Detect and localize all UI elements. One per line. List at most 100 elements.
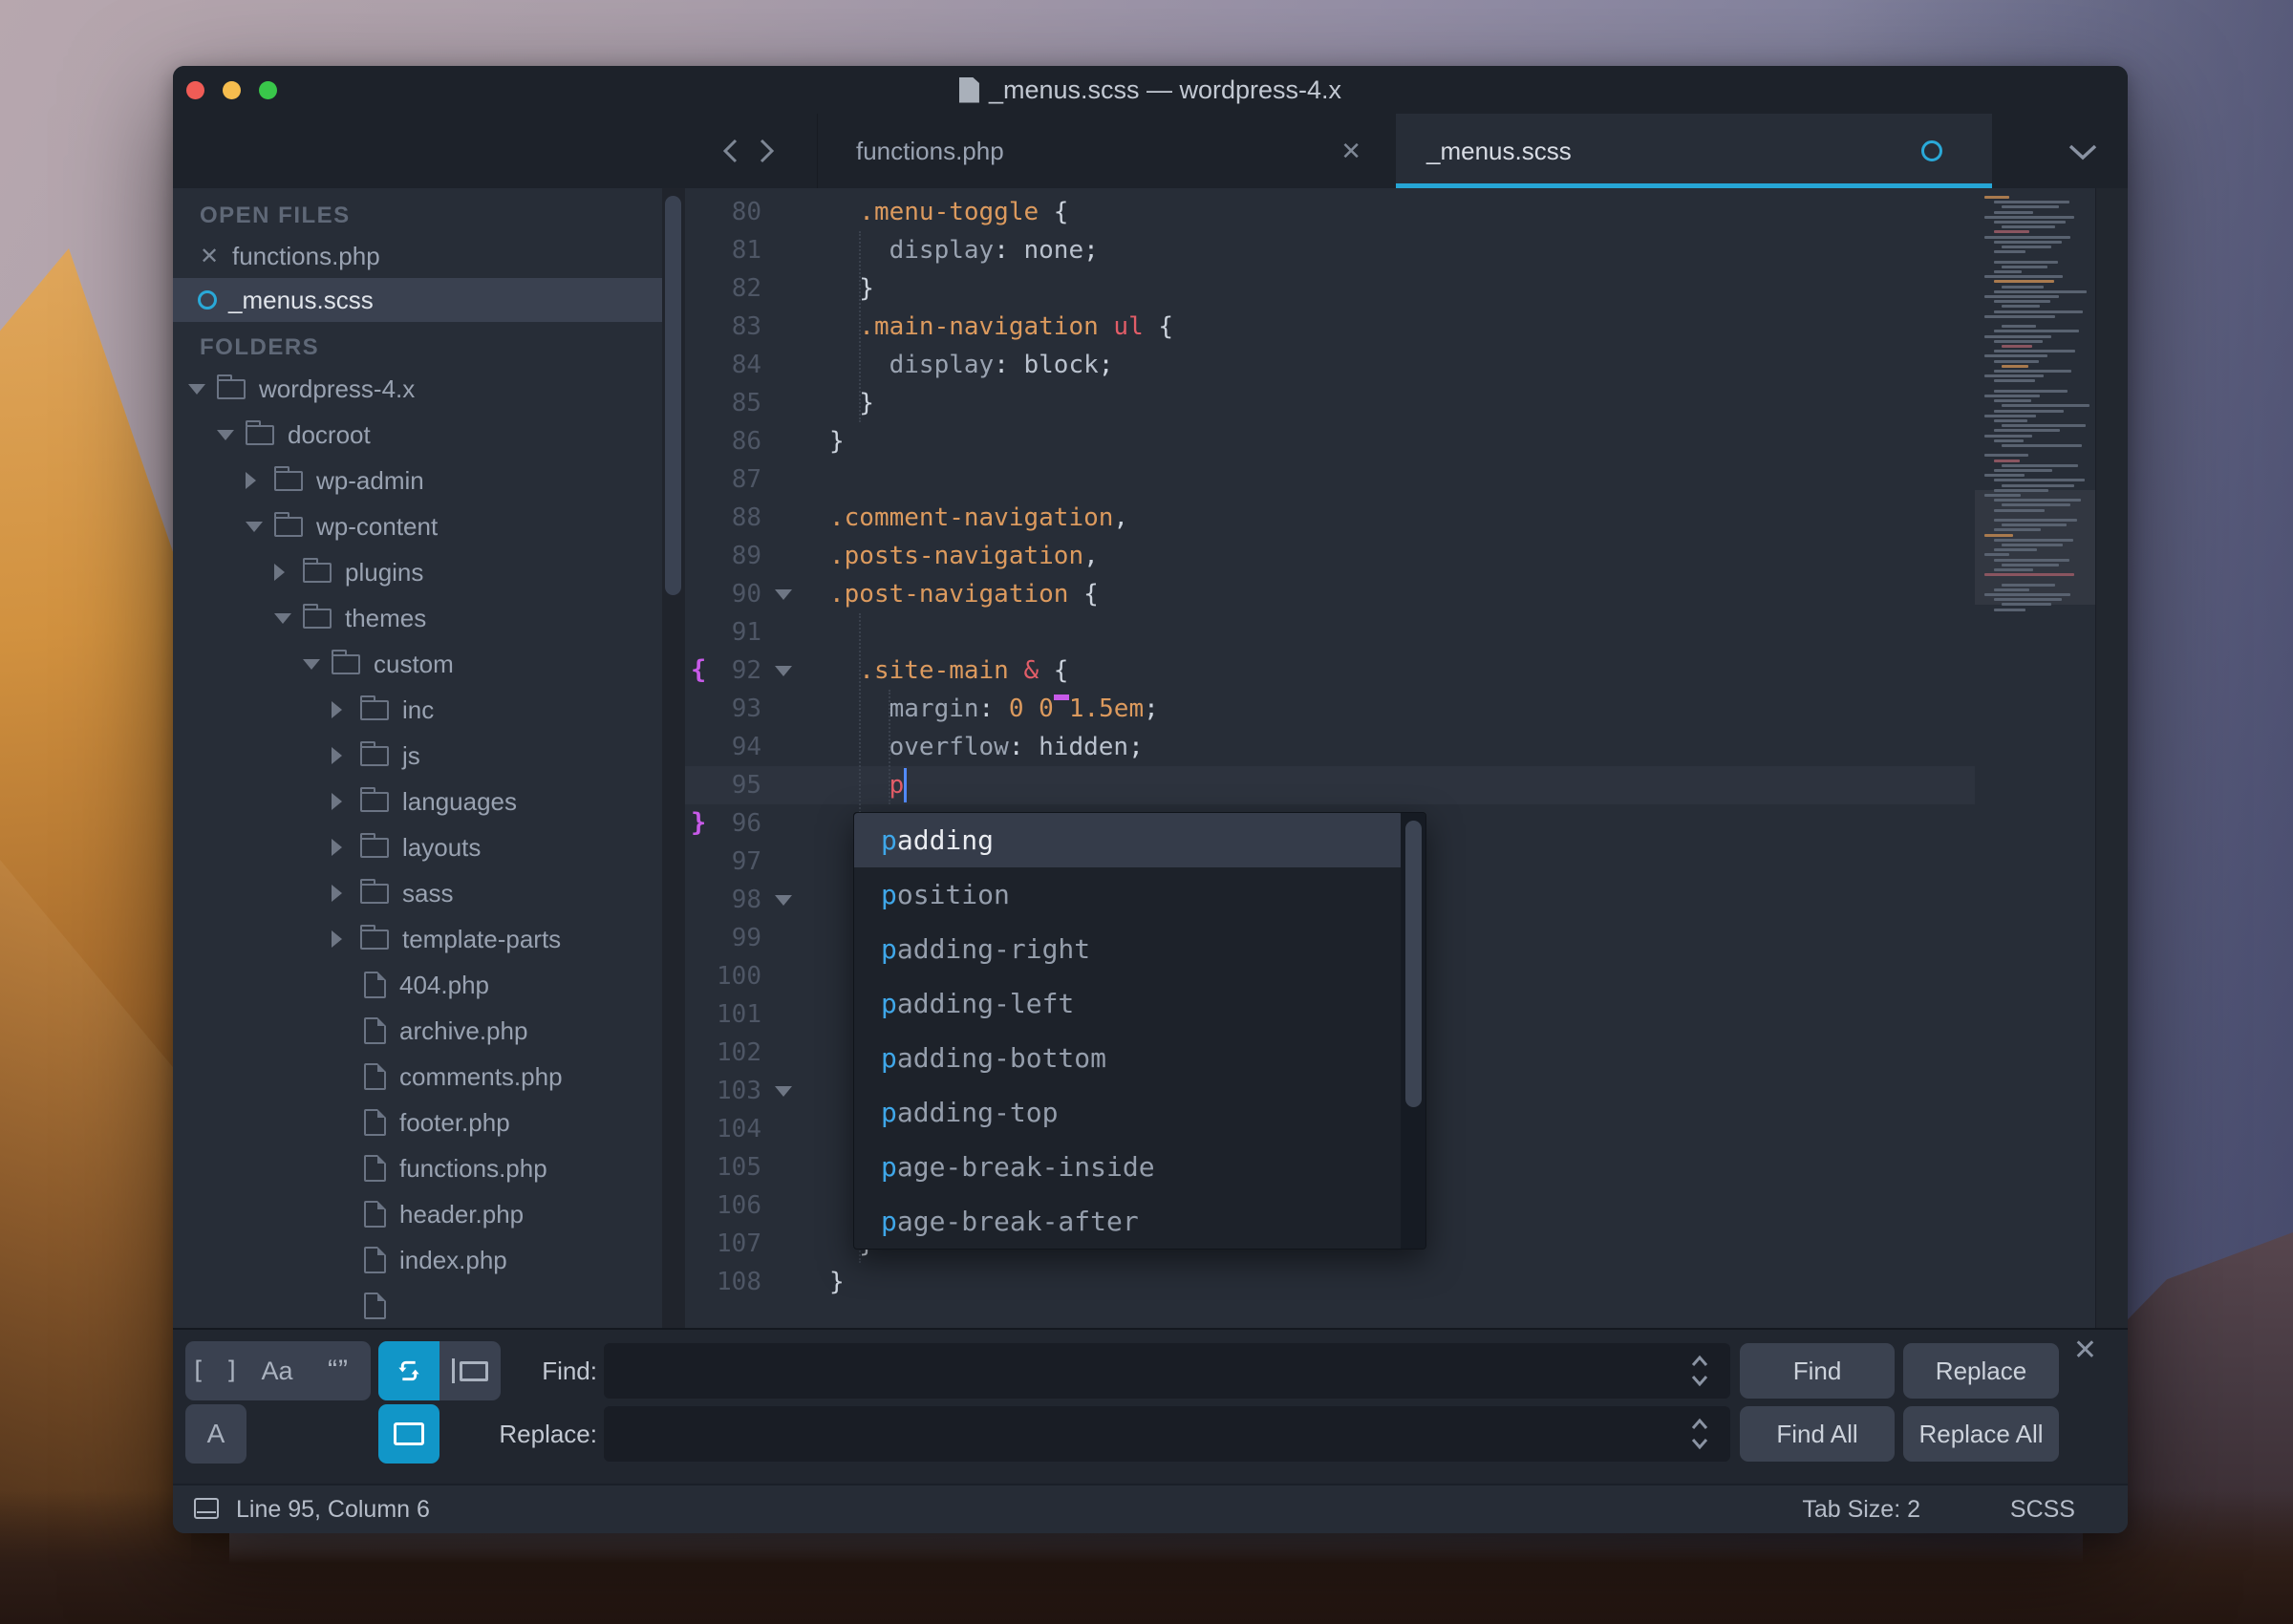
code-line[interactable]: 93 margin: 0 0 1.5em; <box>685 690 1975 728</box>
chevron-right-icon[interactable] <box>246 472 274 489</box>
tree-folder-item[interactable]: themes <box>173 595 662 641</box>
tree-file-item[interactable]: 404.php <box>173 962 662 1008</box>
tree-file-item[interactable]: comments.php <box>173 1054 662 1100</box>
tree-folder-item[interactable]: inc <box>173 687 662 733</box>
autocomplete-item[interactable]: padding <box>854 813 1403 867</box>
open-file-menus-scss[interactable]: _menus.scss <box>173 278 662 322</box>
code-line[interactable]: 81 display: none; <box>685 231 1975 269</box>
find-all-button[interactable]: Find All <box>1740 1406 1895 1462</box>
sidebar-scrollbar-thumb[interactable] <box>665 196 681 595</box>
autocomplete-item[interactable]: padding-right <box>854 922 1403 976</box>
code-line[interactable]: 86} <box>685 422 1975 460</box>
tree-file-item[interactable] <box>173 1283 662 1328</box>
chevron-down-icon[interactable] <box>2067 142 2099 161</box>
fold-arrow-icon[interactable] <box>775 666 792 676</box>
chevron-right-icon[interactable] <box>332 885 360 902</box>
tree-file-item[interactable]: footer.php <box>173 1100 662 1145</box>
tree-folder-item[interactable]: layouts <box>173 824 662 870</box>
tree-file-item[interactable]: archive.php <box>173 1008 662 1054</box>
tree-folder-item[interactable]: custom <box>173 641 662 687</box>
code-editor[interactable]: 80 .menu-toggle {81 display: none; 82 } 83… <box>685 188 2128 1328</box>
chevron-right-icon[interactable] <box>332 839 360 856</box>
replace-button[interactable]: Replace <box>1903 1343 2059 1399</box>
tree-folder-item[interactable]: template-parts <box>173 916 662 962</box>
preserve-case-toggle-button[interactable]: A <box>185 1404 246 1464</box>
autocomplete-item[interactable]: page-break-inside <box>854 1140 1403 1194</box>
tree-file-item[interactable]: header.php <box>173 1191 662 1237</box>
forward-icon[interactable] <box>754 135 779 167</box>
autocomplete-item[interactable]: position <box>854 867 1403 922</box>
tree-folder-item[interactable]: wordpress-4.x <box>173 366 662 412</box>
tree-folder-item[interactable]: languages <box>173 779 662 824</box>
tab-size-status[interactable]: Tab Size: 2 <box>1802 1485 1920 1533</box>
code-line[interactable]: 91 <box>685 613 1975 652</box>
autocomplete-item[interactable]: page-break-after <box>854 1194 1403 1249</box>
code-line[interactable]: 84 display: block; <box>685 346 1975 384</box>
minimap[interactable] <box>1975 188 2095 1328</box>
match-case-toggle-button[interactable]: Aa <box>246 1341 308 1400</box>
autocomplete-item[interactable]: padding-left <box>854 976 1403 1031</box>
code-line[interactable]: 80 .menu-toggle { <box>685 193 1975 231</box>
chevron-down-icon[interactable] <box>188 384 217 395</box>
code-line[interactable]: 95 p <box>685 766 1975 804</box>
tree-folder-item[interactable]: docroot <box>173 412 662 458</box>
minimap-viewport[interactable] <box>1975 490 2095 605</box>
find-history-stepper-icon[interactable] <box>1681 1343 1719 1399</box>
tree-file-item[interactable]: index.php <box>173 1237 662 1283</box>
close-file-icon[interactable]: ✕ <box>200 243 232 270</box>
tree-folder-item[interactable]: wp-admin <box>173 458 662 503</box>
find-button[interactable]: Find <box>1740 1343 1895 1399</box>
open-file-functions-php[interactable]: ✕ functions.php <box>173 234 662 278</box>
title-bar[interactable]: _menus.scss — wordpress-4.x <box>173 66 2128 114</box>
autocomplete-item[interactable]: padding-bottom <box>854 1031 1403 1085</box>
code-line[interactable]: 88 .comment-navigation, <box>685 499 1975 537</box>
code-line[interactable]: 87 <box>685 460 1975 499</box>
tree-folder-item[interactable]: plugins <box>173 549 662 595</box>
panel-icon[interactable] <box>194 1498 219 1519</box>
tree-item-label: footer.php <box>399 1107 510 1137</box>
chevron-right-icon[interactable] <box>332 793 360 810</box>
sidebar-scrollbar[interactable] <box>662 188 685 1328</box>
tab-functions-php[interactable]: functions.php ✕ <box>817 114 1397 188</box>
chevron-down-icon[interactable] <box>246 522 274 532</box>
chevron-down-icon[interactable] <box>274 613 303 624</box>
code-line[interactable]: {92 .site-main & { <box>685 652 1975 690</box>
code-line[interactable]: 89 .posts-navigation, <box>685 537 1975 575</box>
chevron-right-icon[interactable] <box>274 564 303 581</box>
fold-arrow-icon[interactable] <box>775 589 792 600</box>
whole-word-toggle-button[interactable]: “” <box>308 1341 369 1400</box>
chevron-down-icon[interactable] <box>217 430 246 440</box>
tab-close-icon[interactable]: ✕ <box>1340 114 1361 188</box>
find-input[interactable] <box>604 1343 1730 1399</box>
chevron-right-icon[interactable] <box>332 701 360 718</box>
tree-file-item[interactable]: functions.php <box>173 1145 662 1191</box>
replace-history-stepper-icon[interactable] <box>1681 1406 1719 1462</box>
fold-arrow-icon[interactable] <box>775 1086 792 1097</box>
chevron-down-icon[interactable] <box>303 659 332 670</box>
replace-all-button[interactable]: Replace All <box>1903 1406 2059 1462</box>
editor-scrollbar[interactable] <box>2095 188 2128 1328</box>
back-icon[interactable] <box>718 135 743 167</box>
autocomplete-scrollbar-thumb[interactable] <box>1405 821 1422 1107</box>
cursor-position-status[interactable]: Line 95, Column 6 <box>236 1485 430 1533</box>
code-line[interactable]: 83 .main-navigation ul { <box>685 308 1975 346</box>
replace-input[interactable] <box>604 1406 1730 1462</box>
code-line[interactable]: 85 } <box>685 384 1975 422</box>
autocomplete-scrollbar[interactable] <box>1401 813 1425 1249</box>
code-line[interactable]: 90 .post-navigation { <box>685 575 1975 613</box>
code-line[interactable]: 94 overflow: hidden; <box>685 728 1975 766</box>
modified-indicator-icon[interactable] <box>1921 140 1942 161</box>
chevron-right-icon[interactable] <box>332 747 360 764</box>
regex-toggle-button[interactable]: [ ] <box>185 1341 246 1400</box>
close-find-panel-icon[interactable]: ✕ <box>2073 1334 2097 1367</box>
chevron-right-icon[interactable] <box>332 930 360 948</box>
tree-folder-item[interactable]: sass <box>173 870 662 916</box>
tree-folder-item[interactable]: wp-content <box>173 503 662 549</box>
fold-arrow-icon[interactable] <box>775 895 792 906</box>
tab-menus-scss[interactable]: _menus.scss <box>1396 114 1992 188</box>
code-line[interactable]: 108} <box>685 1263 1975 1301</box>
grammar-status[interactable]: SCSS <box>2010 1485 2075 1533</box>
tree-folder-item[interactable]: js <box>173 733 662 779</box>
autocomplete-item[interactable]: padding-top <box>854 1085 1403 1140</box>
code-line[interactable]: 82 } <box>685 269 1975 308</box>
